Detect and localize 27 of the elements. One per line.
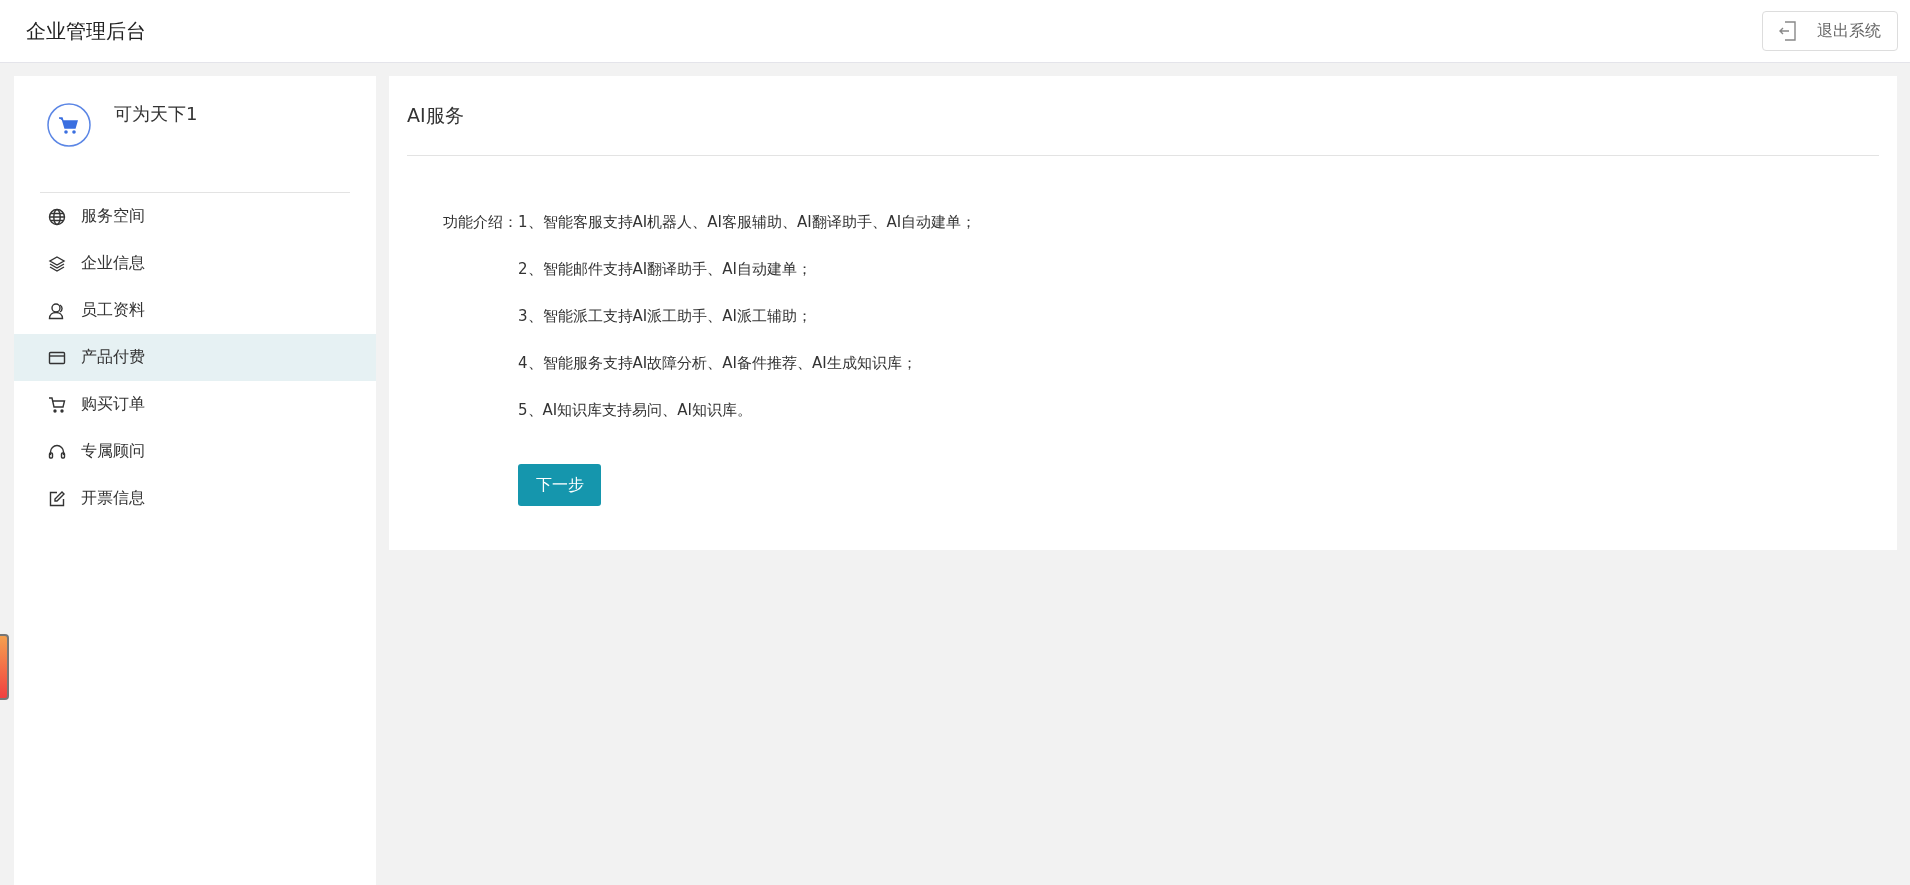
sidebar-item[interactable]: 购买订单: [14, 381, 376, 428]
company-name: 可为天下1: [114, 102, 198, 126]
exit-icon: [1779, 21, 1797, 41]
app-title: 企业管理后台: [26, 17, 146, 45]
intro-label: 功能介绍：: [443, 212, 518, 233]
cart-avatar-icon: [46, 102, 92, 148]
headset-icon: [48, 442, 66, 461]
sidebar-item[interactable]: 产品付费: [14, 334, 376, 381]
logout-button[interactable]: 退出系统: [1762, 11, 1898, 51]
cart-icon: [48, 395, 66, 414]
sidebar-item[interactable]: 企业信息: [14, 240, 376, 287]
sidebar-item[interactable]: 服务空间: [14, 193, 376, 240]
feature-text: 5、AI知识库支持易问、AI知识库。: [518, 400, 753, 421]
sidebar-item[interactable]: 专属顾问: [14, 428, 376, 475]
side-tab[interactable]: [0, 634, 9, 700]
feature-text: 1、智能客服支持AI机器人、AI客服辅助、AI翻译助手、AI自动建单；: [518, 212, 977, 233]
edit-icon: [48, 489, 66, 508]
sidebar-item[interactable]: 员工资料: [14, 287, 376, 334]
globe-icon: [48, 207, 66, 226]
feature-text: 4、智能服务支持AI故障分析、AI备件推荐、AI生成知识库；: [518, 353, 918, 374]
panel-title: AI服务: [407, 103, 465, 128]
user-icon: [48, 301, 66, 320]
next-button[interactable]: 下一步: [518, 464, 601, 506]
feature-text: 3、智能派工支持AI派工助手、AI派工辅助；: [518, 306, 813, 327]
layers-icon: [48, 254, 66, 273]
sidebar-item[interactable]: 开票信息: [14, 475, 376, 522]
feature-text: 2、智能邮件支持AI翻译助手、AI自动建单；: [518, 259, 813, 280]
